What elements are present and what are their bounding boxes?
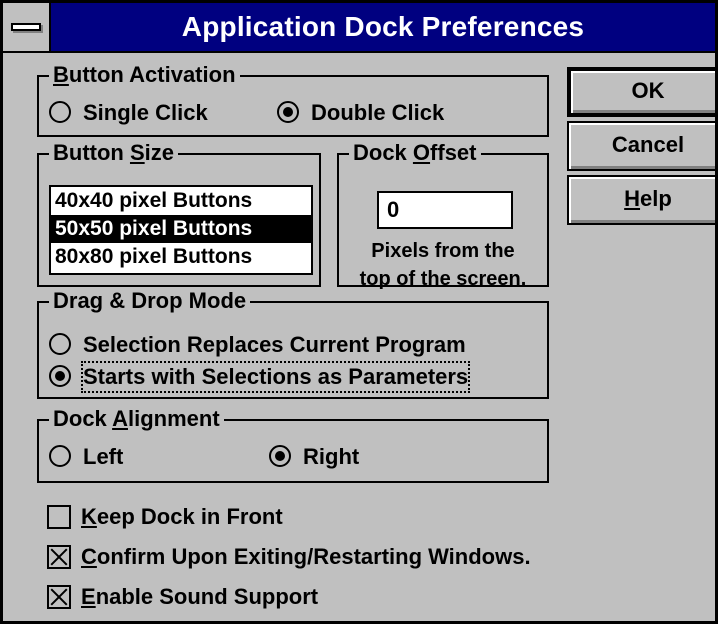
checkbox-confirm-exit-box bbox=[47, 545, 71, 569]
button-size-legend: Button Size bbox=[49, 140, 179, 166]
ok-button[interactable]: OK bbox=[567, 67, 715, 117]
radio-align-right-indicator bbox=[269, 445, 291, 467]
title-bar[interactable]: Application Dock Preferences bbox=[3, 3, 715, 53]
window-title: Application Dock Preferences bbox=[181, 11, 585, 42]
dock-offset-note: Pixels from the top of the screen. bbox=[359, 240, 527, 290]
system-menu-button[interactable] bbox=[3, 3, 51, 51]
button-size-listbox[interactable]: 40x40 pixel Buttons 50x50 pixel Buttons … bbox=[49, 185, 313, 275]
drag-drop-mode-legend: Drag & Drop Mode bbox=[49, 288, 251, 314]
dock-alignment-legend: Dock Alignment bbox=[49, 406, 224, 432]
checkbox-keep-dock-in-front-box bbox=[47, 505, 71, 529]
dock-alignment-group: Dock Alignment Left Right bbox=[37, 406, 549, 483]
radio-align-left-indicator bbox=[49, 445, 71, 467]
dock-offset-input[interactable]: 0 bbox=[377, 191, 513, 229]
button-activation-group: Button Activation Single Click Double Cl… bbox=[37, 62, 549, 137]
cancel-button[interactable]: Cancel bbox=[567, 121, 715, 171]
listbox-item-50x50[interactable]: 50x50 pixel Buttons bbox=[51, 215, 311, 243]
minus-icon bbox=[11, 23, 41, 31]
radio-starts-with-selections-indicator bbox=[49, 365, 71, 387]
radio-selection-replaces-indicator bbox=[49, 333, 71, 355]
radio-single-click-indicator bbox=[49, 101, 71, 123]
listbox-item-80x80[interactable]: 80x80 pixel Buttons bbox=[51, 243, 311, 271]
button-size-group: Button Size 40x40 pixel Buttons 50x50 pi… bbox=[37, 140, 321, 287]
listbox-item-40x40[interactable]: 40x40 pixel Buttons bbox=[51, 187, 311, 215]
drag-drop-mode-group: Drag & Drop Mode Selection Replaces Curr… bbox=[37, 288, 549, 399]
checkbox-enable-sound-box bbox=[47, 585, 71, 609]
dock-offset-legend: Dock Offset bbox=[349, 140, 481, 166]
preferences-dialog: Application Dock Preferences Button Acti… bbox=[0, 0, 718, 624]
button-activation-legend: Button Activation bbox=[49, 62, 240, 88]
dock-offset-group: Dock Offset 0 Pixels from the top of the… bbox=[337, 140, 549, 290]
radio-double-click-indicator bbox=[277, 101, 299, 123]
help-button[interactable]: Help bbox=[567, 175, 715, 225]
